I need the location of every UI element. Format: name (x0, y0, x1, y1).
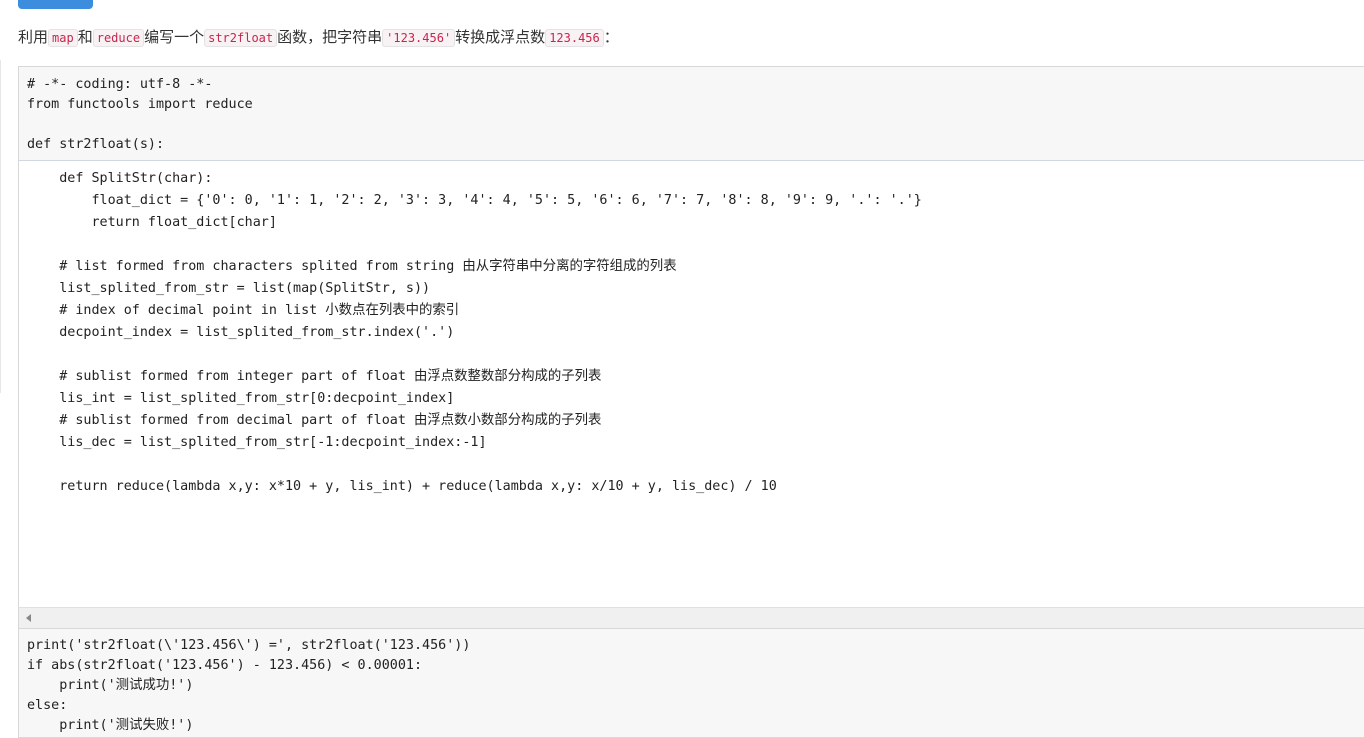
instruction-text: 利用 map 和 reduce 编写一个 str2float 函数，把字符串 '123.456… (18, 24, 619, 50)
horizontal-scrollbar[interactable] (18, 607, 1364, 629)
instruction-text-part: 和 (77, 28, 93, 46)
code-editor[interactable]: def SplitStr(char): float_dict = {'0': 0… (18, 160, 1364, 608)
code-footer: print('str2float(\'123.456\') =', str2fl… (27, 638, 471, 733)
instruction-text-part: 函数，把字符串 (277, 28, 383, 46)
scroll-left-icon[interactable] (26, 614, 31, 622)
code-footer-panel: print('str2float(\'123.456\') =', str2fl… (18, 628, 1364, 738)
inline-code: 123.456 (545, 29, 604, 47)
code-header: # -*- coding: utf-8 -*- from functools i… (27, 77, 253, 152)
inline-code: str2float (204, 29, 278, 47)
code-editor-content[interactable]: def SplitStr(char): float_dict = {'0': 0… (27, 168, 922, 498)
code-header-panel: # -*- coding: utf-8 -*- from functools i… (18, 66, 1364, 161)
inline-code: map (48, 29, 78, 47)
instruction-text-part: 转换成浮点数 (455, 28, 546, 46)
instruction-text-part: ： (603, 28, 619, 46)
run-button[interactable] (18, 0, 93, 9)
inline-code: '123.456' (382, 29, 456, 47)
instruction-text-part: 利用 (18, 28, 49, 46)
inline-code: reduce (92, 29, 145, 47)
instruction-text-part: 编写一个 (144, 28, 205, 46)
divider (0, 60, 1, 393)
